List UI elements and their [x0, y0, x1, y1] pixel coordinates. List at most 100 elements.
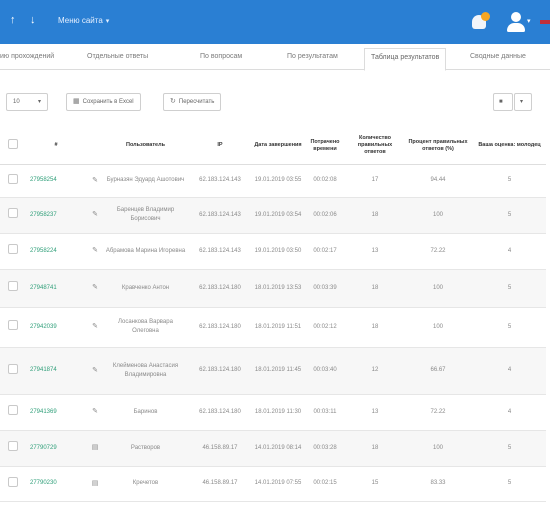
tab-individual-answers[interactable]: Отдельные ответы	[87, 53, 148, 60]
time-spent: 00:02:17	[303, 233, 347, 270]
grade: 5	[473, 269, 546, 308]
grade: 5	[473, 197, 546, 234]
correct-count: 12	[347, 347, 403, 395]
chevron-down-icon: ▾	[105, 18, 110, 25]
arrow-up-icon[interactable]: ↑	[10, 14, 16, 26]
row-checkbox[interactable]	[8, 476, 18, 487]
top-navbar: ↑ ↓ Меню сайта ▾ ▾	[0, 0, 550, 44]
document-icon[interactable]: ▤	[92, 480, 99, 487]
results-tabs: ию прохождений Отдельные ответы По вопро…	[0, 44, 550, 71]
grade: 5	[473, 307, 546, 348]
row-checkbox[interactable]	[8, 244, 18, 254]
completion-date: 14.01.2019 08:14	[253, 430, 303, 467]
completion-date: 19.01.2019 03:54	[253, 197, 303, 234]
trash-options-dropdown[interactable]: ▾	[514, 93, 532, 111]
edit-icon[interactable]: ✎	[92, 177, 98, 184]
grade: 4	[473, 394, 546, 431]
user-icon	[511, 12, 521, 22]
table-row[interactable]: 27948741 ✎ Кравченко Антон 62.183.124.180 18…	[0, 269, 546, 308]
edit-icon[interactable]: ✎	[92, 408, 98, 415]
grade: 5	[473, 164, 546, 198]
time-spent: 00:03:28	[303, 430, 347, 467]
ip-address: 46.158.89.17	[187, 430, 253, 467]
correct-percent: 66.67	[403, 347, 473, 395]
ip-address: 46.158.89.17	[187, 466, 253, 502]
col-header-percent[interactable]: Процент правильных ответов (%)	[403, 128, 473, 165]
row-checkbox[interactable]	[8, 441, 18, 451]
time-spent: 00:03:40	[303, 347, 347, 395]
page-size-select[interactable]: 10 ▾	[6, 93, 48, 111]
edit-icon[interactable]: ✎	[92, 211, 98, 218]
refresh-icon: ↻	[170, 98, 176, 105]
ip-address: 62.183.124.180	[187, 269, 253, 308]
result-id-link[interactable]: 27958237	[26, 197, 86, 234]
export-excel-button[interactable]: ▦ Сохранить в Excel	[66, 93, 141, 111]
table-row[interactable]: 27942039 ✎ Лосанкова Варвара Олеговна 62.18…	[0, 307, 546, 348]
col-header-date[interactable]: Дата завершения	[253, 128, 303, 165]
table-row[interactable]: 27941369 ✎ Баринов 62.183.124.180 18.01.2019…	[0, 394, 546, 431]
row-checkbox[interactable]	[8, 405, 18, 415]
user-name: Клейменова Анастасия Владимировна	[104, 347, 187, 395]
time-spent: 00:02:12	[303, 307, 347, 348]
tab-summary-data[interactable]: Сводные данные	[470, 53, 526, 60]
row-checkbox[interactable]	[8, 320, 18, 330]
tab-results-table[interactable]: Таблица результатов	[364, 48, 447, 71]
result-id-link[interactable]: 27790230	[26, 466, 86, 502]
col-header-grade[interactable]: Ваша оценка: молодец	[473, 128, 546, 165]
table-body: 27958254 ✎ Бурназян Эдуард Ашотович 62.183.…	[0, 164, 546, 502]
result-id-link[interactable]: 27790729	[26, 430, 86, 467]
red-indicator	[540, 20, 550, 24]
document-icon[interactable]: ▤	[92, 444, 99, 451]
result-id-link[interactable]: 27958254	[26, 164, 86, 198]
edit-icon[interactable]: ✎	[92, 323, 98, 330]
table-row[interactable]: 27958224 ✎ Абрамова Марина Игоревна 62.183.…	[0, 233, 546, 270]
grade: 4	[473, 347, 546, 395]
ip-address: 62.183.124.143	[187, 233, 253, 270]
chevron-down-icon[interactable]: ▾	[527, 17, 531, 25]
result-id-link[interactable]: 27948741	[26, 269, 86, 308]
completion-date: 19.01.2019 03:50	[253, 233, 303, 270]
row-checkbox[interactable]	[8, 173, 18, 184]
row-checkbox[interactable]	[8, 208, 18, 218]
col-header-ip[interactable]: IP	[187, 128, 253, 165]
row-checkbox[interactable]	[8, 281, 18, 291]
site-menu-dropdown[interactable]: Меню сайта ▾	[58, 16, 109, 25]
arrow-down-icon[interactable]: ↓	[30, 14, 36, 26]
table-row[interactable]: 27790230 ▤ Кречетов 46.158.89.17 14.01.2019 …	[0, 466, 546, 502]
edit-icon[interactable]: ✎	[92, 247, 98, 254]
notifications-button[interactable]	[470, 11, 490, 31]
tab-by-question[interactable]: По вопросам	[200, 53, 242, 60]
col-header-time[interactable]: Потрачено времени	[303, 128, 347, 165]
correct-percent: 100	[403, 430, 473, 467]
result-id-link[interactable]: 27941369	[26, 394, 86, 431]
time-spent: 00:02:15	[303, 466, 347, 502]
chevron-down-icon: ▾	[520, 99, 524, 105]
tab-by-result[interactable]: По результатам	[287, 53, 338, 60]
page-size-value: 10	[13, 99, 20, 105]
table-row[interactable]: 27941874 ✎ Клейменова Анастасия Владимиров…	[0, 347, 546, 395]
table-row[interactable]: 27790729 ▤ Растворов 46.158.89.17 14.01.2019…	[0, 430, 546, 467]
col-header-correct[interactable]: Количество правильных ответов	[347, 128, 403, 165]
edit-icon[interactable]: ✎	[92, 367, 98, 374]
time-spent: 00:03:39	[303, 269, 347, 308]
tab-history[interactable]: ию прохождений	[0, 53, 54, 60]
trash-button[interactable]: ■	[493, 93, 513, 111]
export-excel-label: Сохранить в Excel	[82, 99, 134, 105]
completion-date: 18.01.2019 13:53	[253, 269, 303, 308]
col-header-user[interactable]: Пользователь	[104, 128, 187, 165]
col-header-id[interactable]: #	[26, 128, 86, 165]
select-all-checkbox[interactable]	[8, 139, 18, 150]
row-checkbox[interactable]	[8, 363, 18, 374]
correct-count: 18	[347, 307, 403, 348]
completion-date: 19.01.2019 03:55	[253, 164, 303, 198]
result-id-link[interactable]: 27941874	[26, 347, 86, 395]
recalculate-button[interactable]: ↻ Пересчитать	[163, 93, 222, 111]
user-name: Абрамова Марина Игоревна	[104, 233, 187, 270]
result-id-link[interactable]: 27958224	[26, 233, 86, 270]
correct-percent: 100	[403, 307, 473, 348]
user-menu-button[interactable]	[506, 12, 528, 34]
table-row[interactable]: 27958237 ✎ Баренцев Владимир Борисович 62.1…	[0, 197, 546, 234]
table-row[interactable]: 27958254 ✎ Бурназян Эдуард Ашотович 62.183.…	[0, 164, 546, 198]
edit-icon[interactable]: ✎	[92, 284, 98, 291]
result-id-link[interactable]: 27942039	[26, 307, 86, 348]
